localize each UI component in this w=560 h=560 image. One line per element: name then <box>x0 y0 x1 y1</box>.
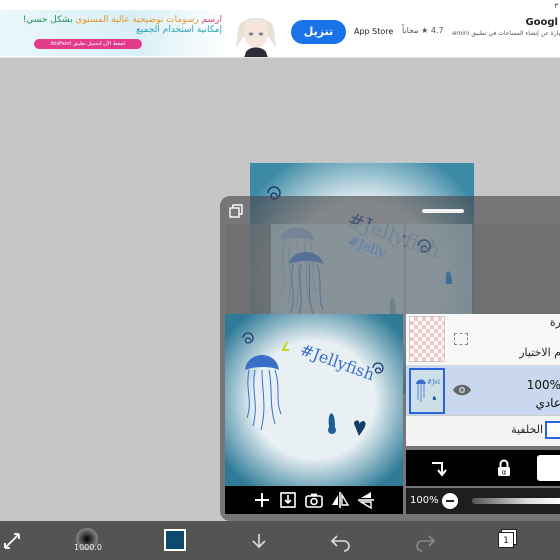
layers-icon[interactable]: 1 <box>498 529 518 551</box>
ad-rating: 4.7 ★ مجاناً <box>402 26 444 35</box>
background-label: الخلفية <box>511 423 543 436</box>
brush-size-value: 1000.0 <box>74 543 102 552</box>
ad-headline-part4: إمكانية استخدام الجميع <box>136 25 222 35</box>
canvas-overlay-right <box>406 224 560 314</box>
canvas-overlay-left: #Jelly <box>225 224 403 314</box>
flip-vertical-icon[interactable] <box>356 490 376 510</box>
background-color-swatch[interactable] <box>545 421 560 439</box>
app-store-label: App Store <box>354 27 394 36</box>
layer-list[interactable]: رة م الاختيار #Jel 100% عادي الخلفية <box>406 314 560 446</box>
layer-thumbnail-artwork: #Jel <box>411 370 443 412</box>
selection-layer-label-top: رة <box>549 316 560 329</box>
ad-headline-part1: ارسم <box>198 15 222 25</box>
advertiser-name: Googl <box>525 17 558 28</box>
layer-actions-bar: α <box>406 450 560 486</box>
ad-top-mark: ٣ <box>554 2 558 10</box>
lock-alpha-icon[interactable]: α <box>494 458 514 478</box>
layer-row-1[interactable]: #Jel 100% عادي <box>406 366 560 416</box>
bottom-toolbar: 1000.0 1 <box>0 521 560 560</box>
download-icon[interactable] <box>249 529 269 553</box>
opacity-decrease-button[interactable] <box>442 493 458 509</box>
transform-icon[interactable] <box>2 529 22 553</box>
ad-headline: ارسم رسومات توضيحية عالية المستوى بشكل ح… <box>2 15 222 35</box>
selection-marquee-icon <box>454 333 468 345</box>
redo-icon[interactable] <box>414 529 436 553</box>
preview-toolbar <box>225 486 403 514</box>
canvas-overlay-artwork-right <box>406 224 472 314</box>
background-layer-row[interactable]: الخلفية <box>406 416 560 446</box>
layers-panel[interactable]: #Jelly #Jellyfish رة م الاختيار #Jel 100… <box>220 196 560 521</box>
svg-text:α: α <box>502 469 507 477</box>
opacity-slider-track[interactable] <box>472 498 560 504</box>
selection-layer-label: م الاختيار <box>519 346 560 359</box>
eye-icon[interactable] <box>452 383 472 397</box>
layer-preview: #Jellyfish <box>225 314 403 486</box>
color-swatch[interactable] <box>164 529 186 551</box>
layer-blend-mode[interactable]: عادي <box>535 396 560 410</box>
panel-drag-handle[interactable] <box>422 209 464 213</box>
canvas-overlay-artwork: #Jelly <box>271 224 403 314</box>
maximize-icon[interactable] <box>229 204 243 218</box>
layer-count: 1 <box>498 532 514 548</box>
ad-character-image <box>236 18 276 57</box>
layer-thumbnail: #Jel <box>409 368 445 414</box>
camera-icon[interactable] <box>304 490 324 510</box>
add-layer-icon[interactable] <box>252 490 272 510</box>
rating-suffix: مجاناً <box>402 26 419 35</box>
merge-down-icon[interactable] <box>428 458 448 478</box>
canvas-workspace[interactable]: #Jellyfish #Jelly <box>0 59 560 521</box>
more-options-button[interactable] <box>537 455 560 481</box>
ad-headline-part2: رسومات توضيحية عالية المستوى <box>72 15 199 25</box>
undo-icon[interactable] <box>330 529 352 553</box>
ad-cta-pill[interactable]: اضغط الآن لتحميل تطبيق ibisPaint <box>34 39 142 49</box>
import-layer-icon[interactable] <box>278 490 298 510</box>
selection-layer-thumbnail <box>409 316 445 362</box>
ad-headline-part3: بشكل حسي! <box>22 15 73 25</box>
ad-creative[interactable]: ارسم رسومات توضيحية عالية المستوى بشكل ح… <box>0 10 228 56</box>
selection-layer-row[interactable]: رة م الاختيار <box>406 314 560 366</box>
layer-opacity-value: 100% <box>526 378 560 392</box>
opacity-slider-bar[interactable]: 100% <box>406 488 560 514</box>
opacity-label: 100% <box>410 495 439 506</box>
rating-value: 4.7 <box>430 26 444 35</box>
flip-horizontal-icon[interactable] <box>330 490 350 510</box>
ad-description: عبارة عن إنشاء المساحات في تطبيق Gemini … <box>452 30 560 37</box>
svg-text:#Jel: #Jel <box>427 379 440 386</box>
ad-banner[interactable]: ٣ ارسم رسومات توضيحية عالية المستوى بشكل… <box>0 0 560 58</box>
layer-preview-artwork: #Jellyfish <box>225 314 403 486</box>
install-button[interactable]: تنزيل <box>291 20 346 44</box>
star-icon: ★ <box>421 26 429 35</box>
